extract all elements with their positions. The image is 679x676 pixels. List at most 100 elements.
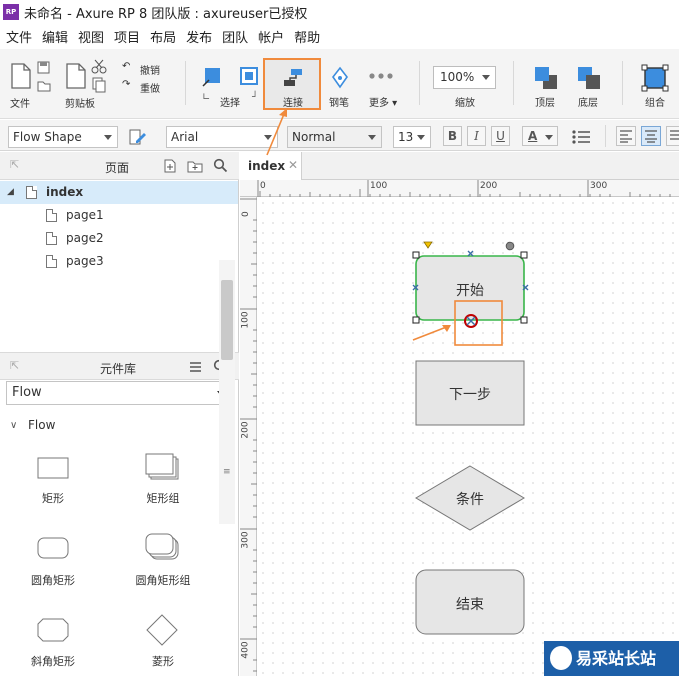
library-select-value: Flow — [12, 385, 42, 400]
style-edit-icon[interactable] — [127, 127, 147, 147]
new-file-icon[interactable] — [10, 62, 32, 90]
pen-tool-label[interactable]: 钢笔 — [329, 94, 349, 109]
add-page-icon[interactable] — [163, 159, 177, 173]
menu-bar: 文件 编辑 视图 项目 布局 发布 团队 帐户 帮助 — [0, 24, 679, 49]
tab-label: index — [248, 159, 286, 173]
expand-arrow-icon[interactable]: ◢ — [7, 181, 14, 204]
more-tools-button[interactable]: 更多 ▾ — [369, 94, 397, 109]
diamond-widget-icon[interactable] — [146, 614, 178, 646]
align-right-icon[interactable] — [666, 126, 679, 146]
font-weight-value: Normal — [292, 130, 336, 144]
rectangle-group-widget-icon[interactable] — [145, 453, 179, 481]
connect-icon[interactable] — [281, 66, 305, 90]
bevel-rectangle-widget-icon[interactable] — [37, 618, 69, 642]
library-item-label: 矩形组 — [146, 492, 180, 505]
menu-project[interactable]: 项目 — [114, 27, 140, 46]
library-item-label: 斜角矩形 — [31, 655, 75, 668]
close-icon[interactable]: ✕ — [288, 158, 298, 172]
library-item-label: 矩形 — [42, 492, 64, 505]
menu-layout[interactable]: 布局 — [150, 27, 176, 46]
font-size-select[interactable]: 13 — [393, 126, 431, 148]
add-folder-icon[interactable] — [187, 159, 203, 173]
end-shape-label: 结束 — [456, 597, 484, 613]
bring-to-front-button[interactable]: 顶层 — [535, 94, 555, 109]
library-item-label: 圆角矩形组 — [135, 574, 191, 587]
collapse-arrow-icon[interactable]: ⇱ — [10, 359, 19, 372]
save-open-icons[interactable] — [36, 60, 52, 94]
left-panel: ⇱ 页面 ◢ index page1 page2 page3 ⇱ 元件库 Flo… — [0, 152, 239, 676]
undo-button[interactable]: 撤销 — [140, 62, 160, 77]
toolbar-divider — [185, 61, 186, 105]
next-step-shape-label: 下一步 — [449, 387, 491, 403]
page-tree-item[interactable]: page2 — [0, 227, 238, 250]
ruler-number: 0 — [260, 181, 266, 191]
library-select[interactable]: Flow — [6, 381, 232, 405]
zoom-value: 100% — [440, 70, 475, 84]
toolbar-divider — [605, 125, 606, 147]
menu-account[interactable]: 帐户 — [258, 27, 284, 46]
menu-view[interactable]: 视图 — [78, 27, 104, 46]
rounded-rectangle-widget-icon[interactable] — [37, 537, 69, 559]
chevron-down-icon — [417, 135, 425, 140]
underline-button[interactable]: U — [491, 126, 510, 146]
page-tree-item[interactable]: page3 — [0, 250, 238, 273]
bring-to-front-icon[interactable] — [533, 65, 559, 91]
style-handle-icon[interactable] — [423, 241, 433, 249]
rotate-handle-icon[interactable] — [505, 241, 515, 251]
library-panel-title: 元件库 — [100, 362, 137, 376]
font-color-button[interactable]: A — [522, 126, 558, 146]
ruler-ticks — [257, 180, 671, 197]
watermark-text: 易采站长站 — [576, 649, 657, 668]
rounded-rectangle-group-widget-icon[interactable] — [145, 533, 179, 561]
align-left-icon[interactable] — [616, 126, 636, 146]
menu-team[interactable]: 团队 — [222, 27, 248, 46]
cut-copy-icons[interactable] — [90, 58, 108, 94]
paste-icon[interactable] — [65, 62, 87, 90]
menu-icon[interactable] — [189, 361, 202, 373]
page-label: page1 — [66, 208, 104, 222]
chevron-down-icon — [104, 135, 112, 140]
send-to-back-icon[interactable] — [576, 65, 602, 91]
chevron-down-icon — [482, 75, 490, 80]
italic-button[interactable]: I — [467, 126, 486, 146]
app-window: RP 未命名 - Axure RP 8 团队版 : axureuser已授权 文… — [0, 0, 679, 676]
page-label: page3 — [66, 254, 104, 268]
align-center-icon[interactable] — [641, 126, 661, 146]
horizontal-ruler: 0 100 200 300 — [240, 180, 679, 197]
bullet-list-icon[interactable] — [570, 128, 592, 146]
select-contain-icon[interactable] — [237, 66, 259, 88]
ruler-number: 200 — [480, 181, 498, 191]
select-intersect-icon[interactable] — [200, 66, 222, 88]
group-button[interactable]: 组合 — [645, 94, 665, 109]
clipboard-group-label: 剪贴板 — [65, 99, 95, 110]
toolbar-divider — [622, 61, 623, 105]
shape-style-select[interactable]: Flow Shape — [8, 126, 118, 148]
ruler-number: 100 — [370, 181, 388, 191]
send-to-back-button[interactable]: 底层 — [578, 94, 598, 109]
undo-icon[interactable]: ↶ — [122, 61, 130, 72]
more-icon[interactable] — [368, 70, 394, 82]
collapse-arrow-icon[interactable]: ⇱ — [10, 158, 19, 171]
group-icon[interactable] — [641, 64, 669, 92]
font-weight-select[interactable]: Normal — [287, 126, 382, 148]
zoom-select[interactable]: 100% — [433, 66, 496, 89]
redo-button[interactable]: 重做 — [140, 80, 160, 95]
pages-panel-header: ⇱ 页面 — [0, 152, 239, 180]
menu-edit[interactable]: 编辑 — [42, 27, 68, 46]
rectangle-widget-icon[interactable] — [37, 457, 69, 479]
bold-button[interactable]: B — [443, 126, 462, 146]
menu-publish[interactable]: 发布 — [186, 27, 212, 46]
chevron-down-icon[interactable]: ∨ — [10, 420, 17, 431]
scrollbar-thumb[interactable] — [221, 280, 233, 360]
page-tree-root[interactable]: ◢ index — [0, 181, 238, 204]
window-title: 未命名 - Axure RP 8 团队版 : axureuser已授权 — [24, 7, 308, 22]
redo-icon[interactable]: ↷ — [122, 79, 130, 90]
ruler-number: 300 — [590, 181, 608, 191]
search-icon[interactable] — [213, 158, 228, 173]
menu-file[interactable]: 文件 — [6, 27, 32, 46]
select-group-label: 选择 — [220, 98, 240, 109]
menu-help[interactable]: 帮助 — [294, 27, 320, 46]
pen-icon[interactable] — [329, 66, 351, 90]
page-tree-item[interactable]: page1 — [0, 204, 238, 227]
chevron-down-icon — [368, 135, 376, 140]
